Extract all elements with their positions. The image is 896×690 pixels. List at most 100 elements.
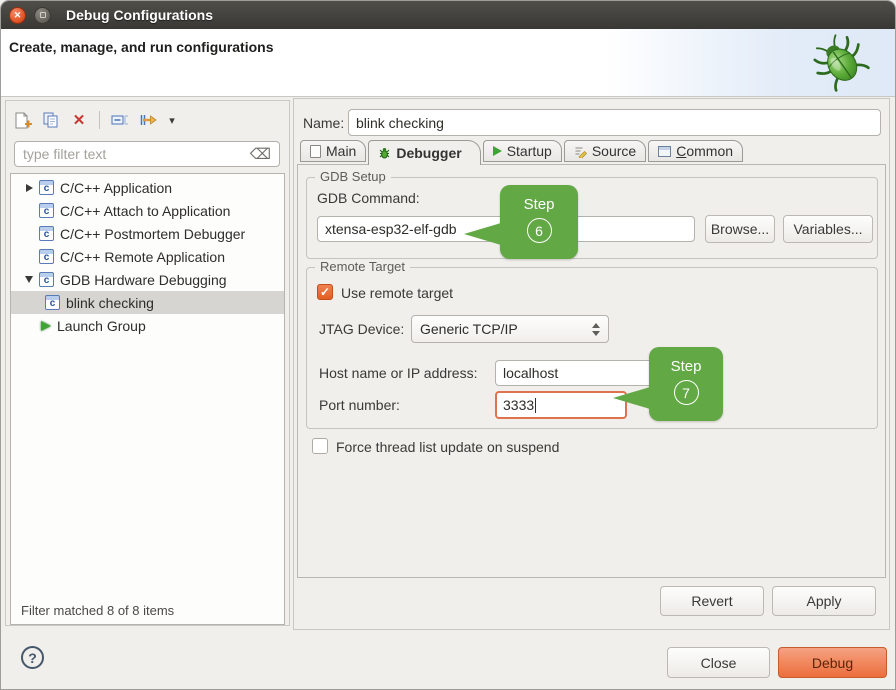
- tree-item-cpp-application[interactable]: c C/C++ Application: [11, 176, 284, 199]
- jtag-device-combo[interactable]: Generic TCP/IP: [411, 315, 609, 343]
- tree-item-label: blink checking: [66, 295, 154, 311]
- tab-source[interactable]: Source: [564, 140, 646, 162]
- filter-input[interactable]: [23, 146, 250, 162]
- gdb-setup-title: GDB Setup: [315, 169, 391, 184]
- step-7-label: Step: [649, 358, 723, 375]
- window-maximize-button[interactable]: [34, 7, 51, 24]
- force-thread-label: Force thread list update on suspend: [336, 439, 559, 455]
- launch-group-icon: [41, 321, 51, 331]
- host-input[interactable]: [495, 360, 663, 386]
- collapse-arrow-icon[interactable]: [23, 276, 35, 283]
- debug-configurations-dialog: ✕ Debug Configurations Create, manage, a…: [0, 0, 896, 690]
- gdb-command-label: GDB Command:: [317, 190, 420, 206]
- debug-button[interactable]: Debug: [778, 647, 887, 678]
- expand-arrow-icon[interactable]: [23, 184, 35, 192]
- gdb-setup-group: GDB Setup GDB Command: Browse... Variabl…: [306, 177, 878, 259]
- debugger-tab-icon: [378, 147, 391, 160]
- use-remote-target-label: Use remote target: [341, 285, 453, 301]
- new-configuration-icon: [14, 111, 33, 130]
- c-application-icon: c: [39, 249, 54, 264]
- tree-item-gdb-hardware[interactable]: c GDB Hardware Debugging: [11, 268, 284, 291]
- step-6-number: 6: [527, 218, 552, 243]
- text-cursor: [535, 398, 536, 413]
- window-title: Debug Configurations: [66, 7, 213, 23]
- help-icon: ?: [28, 650, 37, 666]
- dialog-subtitle: Create, manage, and run configurations: [9, 39, 274, 55]
- remote-target-group: Remote Target ✓ Use remote target JTAG D…: [306, 267, 878, 429]
- use-remote-target-checkbox[interactable]: ✓: [317, 284, 333, 300]
- tree-item-launch-group[interactable]: Launch Group: [11, 314, 284, 337]
- duplicate-configuration-button[interactable]: [40, 109, 62, 131]
- clear-filter-icon[interactable]: ⌫: [250, 145, 271, 163]
- tree-item-blink-checking[interactable]: c blink checking: [11, 291, 284, 314]
- filter-status-text: Filter matched 8 of 8 items: [21, 603, 174, 618]
- revert-button[interactable]: Revert: [660, 586, 764, 616]
- c-application-icon: c: [39, 180, 54, 195]
- c-application-icon: c: [39, 226, 54, 241]
- delete-configuration-button[interactable]: ✕: [68, 109, 90, 131]
- collapse-all-icon: [111, 112, 129, 128]
- titlebar: ✕ Debug Configurations: [1, 1, 895, 29]
- tree-item-cpp-attach[interactable]: c C/C++ Attach to Application: [11, 199, 284, 222]
- filter-field-wrap: ⌫: [14, 141, 280, 167]
- apply-button[interactable]: Apply: [772, 586, 876, 616]
- tab-debugger[interactable]: Debugger: [368, 140, 480, 165]
- tab-common[interactable]: Common: [648, 140, 743, 162]
- editor-tabs: Main Debugger Startup: [300, 140, 745, 165]
- maximize-icon: [40, 12, 46, 18]
- tab-startup[interactable]: Startup: [483, 140, 562, 162]
- combo-spinner-icon: [592, 323, 600, 336]
- tree-item-label: C/C++ Application: [60, 180, 172, 196]
- common-tab-icon: [658, 146, 671, 157]
- tree-item-label: C/C++ Postmortem Debugger: [60, 226, 245, 242]
- configurations-sidebar: ✕ ▾ ⌫: [5, 100, 290, 626]
- check-icon: ✓: [320, 286, 330, 298]
- close-button[interactable]: Close: [667, 647, 770, 678]
- c-application-icon: c: [39, 272, 54, 287]
- tree-item-cpp-remote[interactable]: c C/C++ Remote Application: [11, 245, 284, 268]
- remote-target-title: Remote Target: [315, 259, 410, 274]
- variables-button[interactable]: Variables...: [783, 215, 873, 243]
- jtag-device-value: Generic TCP/IP: [420, 321, 586, 337]
- port-label: Port number:: [319, 397, 400, 413]
- close-icon: ✕: [14, 11, 22, 20]
- step-6-label: Step: [500, 196, 578, 213]
- startup-tab-icon: [493, 146, 502, 156]
- chevron-down-icon: ▾: [169, 114, 175, 127]
- c-application-icon: c: [45, 295, 60, 310]
- tab-main[interactable]: Main: [300, 140, 366, 162]
- force-thread-checkbox[interactable]: [312, 438, 328, 454]
- configurations-tree: c C/C++ Application c C/C++ Attach to Ap…: [10, 173, 285, 625]
- step-6-callout: Step 6: [500, 185, 578, 259]
- step-7-number: 7: [674, 380, 699, 405]
- tree-item-label: C/C++ Remote Application: [60, 249, 225, 265]
- new-configuration-button[interactable]: [12, 109, 34, 131]
- jtag-device-label: JTAG Device:: [319, 321, 404, 337]
- main-tab-icon: [310, 145, 321, 158]
- dialog-header: Create, manage, and run configurations: [1, 29, 895, 97]
- collapse-all-button[interactable]: [109, 109, 131, 131]
- toolbar-separator: [99, 111, 100, 129]
- toolbar-menu-button[interactable]: ▾: [165, 109, 179, 131]
- help-button[interactable]: ?: [21, 646, 44, 669]
- tree-item-label: GDB Hardware Debugging: [60, 272, 227, 288]
- port-value: 3333: [503, 397, 534, 413]
- tree-item-label: Launch Group: [57, 318, 146, 334]
- name-input[interactable]: [348, 109, 881, 136]
- tree-item-cpp-postmortem[interactable]: c C/C++ Postmortem Debugger: [11, 222, 284, 245]
- configuration-editor: Name: Main Debugger Startup: [293, 98, 890, 630]
- sidebar-toolbar: ✕ ▾: [12, 108, 179, 132]
- window-close-button[interactable]: ✕: [9, 7, 26, 24]
- source-tab-icon: [574, 145, 587, 158]
- step-7-callout: Step 7: [649, 347, 723, 421]
- c-application-icon: c: [39, 203, 54, 218]
- port-input[interactable]: 3333: [495, 391, 627, 419]
- debug-bug-icon: [811, 33, 871, 93]
- duplicate-configuration-icon: [42, 111, 60, 129]
- delete-icon: ✕: [73, 111, 86, 129]
- browse-button[interactable]: Browse...: [705, 215, 775, 243]
- name-label: Name:: [303, 115, 344, 131]
- tree-item-label: C/C++ Attach to Application: [60, 203, 230, 219]
- filter-configurations-icon: [139, 113, 157, 127]
- filter-configurations-button[interactable]: [137, 109, 159, 131]
